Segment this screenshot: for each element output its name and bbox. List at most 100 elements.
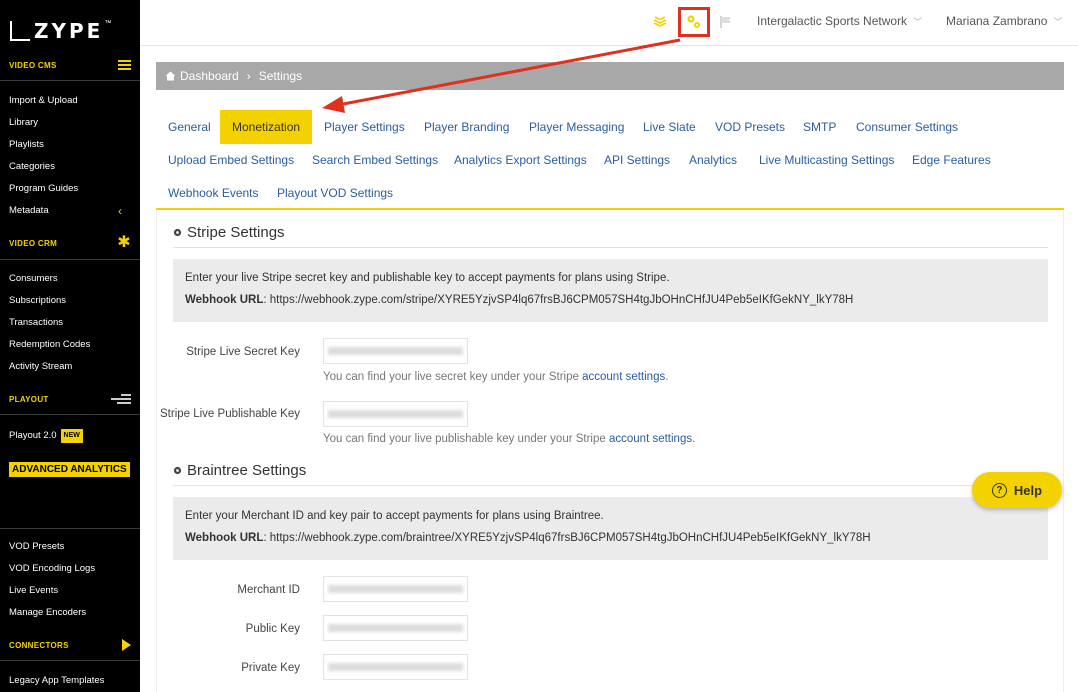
stripe-account-settings-link-2[interactable]: account settings: [609, 433, 692, 445]
sidebar-item-manage-encoders[interactable]: Manage Encoders: [9, 607, 86, 619]
tab-smtp[interactable]: SMTP: [791, 110, 848, 144]
braintree-settings-heading: Braintree Settings: [173, 462, 306, 479]
sidebar-item-transactions[interactable]: Transactions: [9, 317, 63, 329]
stripe-webhook-url: : https://webhook.zype.com/stripe/XYRE5Y…: [263, 294, 854, 306]
breadcrumb-dashboard[interactable]: Dashboard: [180, 69, 239, 83]
breadcrumb-settings: Settings: [258, 69, 303, 83]
sidebar-item-consumers[interactable]: Consumers: [9, 273, 58, 285]
section-video-crm[interactable]: VIDEO CRM ✱: [0, 232, 140, 254]
braintree-description: Enter your Merchant ID and key pair to a…: [185, 510, 604, 522]
section-playout-label: PLAYOUT: [9, 394, 49, 404]
public-key-input[interactable]: [323, 615, 468, 641]
sidebar-item-redemption-codes[interactable]: Redemption Codes: [9, 339, 90, 351]
tab-live-multicasting-settings[interactable]: Live Multicasting Settings: [747, 143, 906, 177]
stripe-description: Enter your live Stripe secret key and pu…: [185, 272, 670, 284]
braintree-info-box: Enter your Merchant ID and key pair to a…: [173, 497, 1048, 560]
stripe-publishable-key-input[interactable]: [323, 401, 468, 427]
sidebar-item-live-events[interactable]: Live Events: [9, 585, 58, 597]
layers-icon[interactable]: [652, 13, 668, 29]
tab-vod-presets[interactable]: VOD Presets: [703, 110, 797, 144]
tab-webhook-events[interactable]: Webhook Events: [156, 176, 271, 210]
tab-analytics-export-settings[interactable]: Analytics Export Settings: [442, 143, 599, 177]
network-select[interactable]: Intergalactic Sports Network ﹀: [757, 14, 922, 28]
sidebar-item-metadata[interactable]: Metadata: [9, 205, 49, 217]
private-key-label: Private Key: [241, 662, 300, 674]
sidebar-item-activity-stream[interactable]: Activity Stream: [9, 361, 72, 373]
stripe-secret-hint: You can find your live secret key under …: [323, 371, 668, 383]
section-video-cms-label: VIDEO CMS: [9, 60, 57, 70]
help-button[interactable]: ? Help: [972, 472, 1062, 508]
tab-general[interactable]: General: [156, 110, 223, 144]
network-name: Intergalactic Sports Network: [757, 14, 908, 28]
playout-2-label: Playout 2.0: [9, 430, 57, 441]
tab-search-embed-settings[interactable]: Search Embed Settings: [300, 143, 450, 177]
merchant-id-label: Merchant ID: [237, 584, 300, 596]
advanced-analytics-button[interactable]: ADVANCED ANALYTICS: [9, 462, 130, 477]
stripe-secret-hint-text: You can find your live secret key under …: [323, 371, 583, 383]
sidebar-item-library[interactable]: Library: [9, 117, 38, 129]
hint-period: .: [692, 433, 696, 445]
question-icon: ?: [991, 482, 1007, 498]
sidebar-item-vod-presets[interactable]: VOD Presets: [9, 541, 64, 553]
stripe-webhook-label: Webhook URL: [185, 294, 264, 306]
tab-player-messaging[interactable]: Player Messaging: [517, 110, 636, 144]
sidebar-item-playout-2[interactable]: Playout 2.0 NEW: [9, 429, 83, 443]
stripe-settings-heading: Stripe Settings: [173, 224, 285, 241]
tab-live-slate[interactable]: Live Slate: [631, 110, 708, 144]
tab-player-branding[interactable]: Player Branding: [412, 110, 521, 144]
stripe-title: Stripe Settings: [187, 224, 285, 241]
sidebar-item-program-guides[interactable]: Program Guides: [9, 183, 78, 195]
breadcrumb-separator: ›: [246, 69, 251, 83]
section-connectors-label: CONNECTORS: [9, 640, 69, 650]
top-bar: Intergalactic Sports Network ﹀ Mariana Za…: [140, 0, 1078, 46]
stripe-secret-key-input[interactable]: [323, 338, 468, 364]
tab-playout-vod-settings[interactable]: Playout VOD Settings: [265, 176, 405, 210]
chevron-down-icon: ﹀: [913, 17, 923, 27]
user-name: Mariana Zambrano: [946, 14, 1048, 28]
hint-period: .: [665, 371, 669, 383]
breadcrumb: Dashboard › Settings: [156, 62, 1064, 90]
braintree-webhook-label: Webhook URL: [185, 532, 264, 544]
monetization-panel: Stripe Settings Enter your live Stripe s…: [156, 210, 1064, 692]
chevron-down-icon: ﹀: [1053, 17, 1063, 27]
new-badge: NEW: [60, 429, 83, 443]
sidebar-item-subscriptions[interactable]: Subscriptions: [9, 295, 66, 307]
tab-api-settings[interactable]: API Settings: [592, 143, 682, 177]
home-icon: [165, 71, 176, 81]
tab-analytics[interactable]: Analytics: [677, 143, 749, 177]
sidebar-item-vod-encoding-logs[interactable]: VOD Encoding Logs: [9, 563, 95, 575]
settings-gears-icon[interactable]: [678, 7, 710, 37]
stripe-account-settings-link[interactable]: account settings: [582, 371, 665, 383]
tab-edge-features[interactable]: Edge Features: [900, 143, 1003, 177]
help-label: Help: [1013, 482, 1043, 498]
sidebar-item-import-upload[interactable]: Import & Upload: [9, 95, 78, 107]
asterisk-icon: ✱: [117, 234, 131, 251]
gear-icon: [173, 228, 182, 237]
gear-icon: [173, 466, 182, 475]
logo-tm: ™: [104, 19, 112, 27]
flag-icon[interactable]: [719, 15, 733, 29]
braintree-title: Braintree Settings: [187, 462, 307, 479]
user-menu[interactable]: Mariana Zambrano ﹀: [946, 14, 1062, 28]
logo-word: ZYPE: [34, 19, 104, 43]
braintree-webhook-url: : https://webhook.zype.com/braintree/XYR…: [263, 532, 871, 544]
sidebar-item-categories[interactable]: Categories: [9, 161, 55, 173]
section-video-cms[interactable]: VIDEO CMS: [0, 54, 140, 76]
stripe-secret-key-label: Stripe Live Secret Key: [186, 346, 300, 358]
sidebar: ZYPE ™ VIDEO CMS Import & Upload Library…: [0, 0, 140, 692]
tab-player-settings[interactable]: Player Settings: [312, 110, 417, 144]
private-key-input[interactable]: [323, 654, 468, 680]
stripe-publishable-hint-text: You can find your live publishable key u…: [323, 433, 609, 445]
section-video-crm-label: VIDEO CRM: [9, 238, 58, 248]
tab-upload-embed-settings[interactable]: Upload Embed Settings: [156, 143, 306, 177]
tab-monetization[interactable]: Monetization: [220, 110, 313, 144]
sidebar-item-playlists[interactable]: Playlists: [9, 139, 44, 151]
sidebar-item-legacy-app-templates[interactable]: Legacy App Templates: [9, 675, 104, 687]
zype-logo[interactable]: ZYPE ™: [10, 18, 111, 44]
tab-consumer-settings[interactable]: Consumer Settings: [844, 110, 970, 144]
chevron-left-icon[interactable]: ‹: [118, 204, 122, 218]
section-playout[interactable]: PLAYOUT: [0, 388, 140, 410]
hamburger-menu-icon[interactable]: [118, 60, 131, 70]
section-connectors[interactable]: CONNECTORS: [0, 634, 140, 656]
merchant-id-input[interactable]: [323, 576, 468, 602]
